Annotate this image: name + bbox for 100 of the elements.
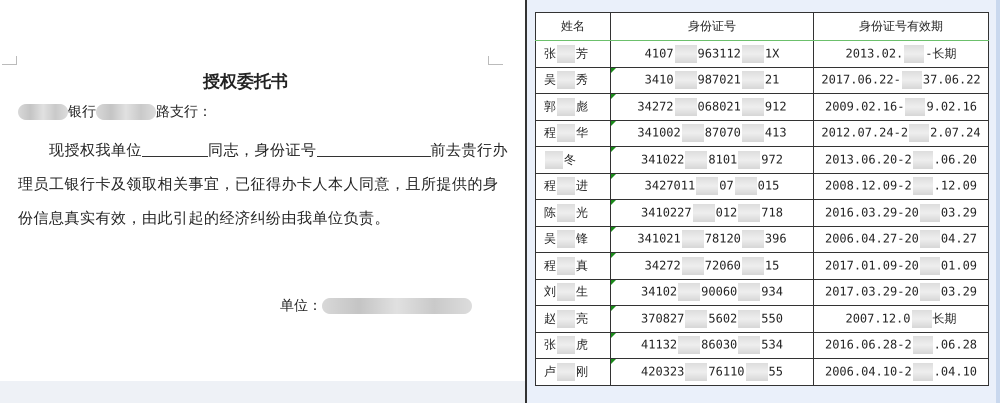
cell-text: 亮 bbox=[576, 311, 588, 326]
cell-text: 3410227 bbox=[641, 205, 692, 220]
redaction-mark bbox=[557, 256, 575, 275]
salutation-text: 路支行： bbox=[156, 103, 212, 121]
redaction-mark bbox=[557, 44, 575, 63]
redaction-mark bbox=[909, 124, 930, 142]
cell-text: 55 bbox=[768, 364, 783, 378]
cell-text: 03.29 bbox=[940, 205, 978, 220]
cell-text: 陈 bbox=[544, 205, 556, 220]
redaction-mark bbox=[742, 256, 764, 275]
redaction-mark bbox=[678, 336, 700, 354]
redaction-mark bbox=[902, 71, 922, 90]
cell-text: 341021 bbox=[637, 232, 681, 246]
salutation-text: 银行 bbox=[68, 103, 96, 121]
cell-text: 刘 bbox=[544, 284, 556, 299]
cell-text: 赵 bbox=[544, 311, 556, 326]
redaction-mark bbox=[557, 71, 575, 90]
cell-text: 370827 bbox=[641, 311, 684, 326]
cell-text: 341002 bbox=[637, 126, 681, 140]
cell-text: 2016.06.28-2 bbox=[824, 338, 912, 352]
cell-text: 03.29 bbox=[940, 284, 978, 299]
redaction-mark bbox=[557, 177, 575, 196]
cell-text: 86030 bbox=[701, 338, 738, 352]
redaction-mark bbox=[557, 283, 575, 302]
cell-text: 程 bbox=[544, 258, 556, 272]
column-header: 身份证号有效期 bbox=[814, 12, 988, 40]
cell-text: .12.09 bbox=[934, 178, 978, 193]
cell-text: 真 bbox=[576, 258, 588, 272]
redaction-mark bbox=[905, 98, 926, 116]
redaction-mark bbox=[742, 124, 764, 142]
cell-text: 2017.06.22- bbox=[821, 72, 901, 87]
redaction-mark bbox=[738, 283, 760, 302]
cell-text: 2006.04.10-2 bbox=[824, 364, 912, 378]
redaction-mark bbox=[912, 150, 933, 169]
cell-text: 963112 bbox=[698, 46, 741, 60]
cell-text: 34272 bbox=[644, 258, 681, 272]
cell-text: 912 bbox=[764, 99, 787, 114]
cell-text: 420323 bbox=[641, 364, 684, 378]
cell-text: 2008.12.09-2 bbox=[824, 178, 912, 193]
redaction-mark bbox=[912, 310, 932, 328]
redaction-mark bbox=[692, 204, 715, 222]
cell-text: .06.20 bbox=[934, 152, 978, 166]
redaction-mark bbox=[685, 310, 708, 328]
cell-text: 芳 bbox=[576, 46, 588, 60]
cell-text: .04.10 bbox=[934, 364, 978, 378]
cell-text: 34102 bbox=[641, 284, 678, 299]
redaction-mark bbox=[557, 98, 575, 116]
cell-text: 3410 bbox=[644, 72, 674, 87]
cell-text: 吴 bbox=[544, 72, 556, 87]
cell-text: 5602 bbox=[708, 311, 738, 326]
redaction-mark bbox=[682, 256, 704, 275]
cell-text: 张 bbox=[544, 338, 556, 352]
redaction-mark bbox=[674, 44, 697, 63]
cell-text: 2013.06.20-2 bbox=[824, 152, 912, 166]
cell-text: 972 bbox=[761, 152, 783, 166]
cell-text: 934 bbox=[761, 284, 783, 299]
cell-text: 生 bbox=[576, 284, 588, 299]
cell-text: 04.27 bbox=[940, 232, 978, 246]
redaction-mark bbox=[734, 177, 757, 196]
cell-text: 15 bbox=[764, 258, 780, 272]
cell-text: 4107 bbox=[644, 46, 674, 60]
redaction-mark bbox=[912, 336, 933, 354]
cell-text: 2013.02. bbox=[845, 46, 904, 60]
cell-text: 秀 bbox=[576, 72, 588, 87]
redaction-mark bbox=[742, 230, 764, 248]
cell-text: 2017.01.09-20 bbox=[824, 258, 919, 272]
redaction-mark bbox=[682, 124, 704, 142]
cell-text: 3427011 bbox=[644, 178, 696, 193]
cell-text: 2009.02.16- bbox=[824, 99, 904, 114]
cell-text: 虎 bbox=[576, 338, 588, 352]
redaction-mark bbox=[557, 310, 575, 328]
cell-text: 21 bbox=[764, 72, 780, 87]
cell-text: 刚 bbox=[576, 364, 588, 378]
cell-text: 1X bbox=[764, 46, 780, 60]
cell-text: 冬 bbox=[564, 152, 576, 166]
redaction-mark bbox=[682, 230, 704, 248]
cell-text: 程 bbox=[544, 178, 556, 193]
redaction-mark bbox=[738, 204, 760, 222]
redaction-mark bbox=[920, 204, 940, 222]
redaction-mark bbox=[738, 310, 760, 328]
redaction-mark bbox=[742, 44, 764, 63]
cell-text: 534 bbox=[761, 338, 783, 352]
cell-text: 光 bbox=[576, 205, 588, 220]
cell-text: 34272 bbox=[637, 99, 674, 114]
redaction-mark bbox=[738, 336, 760, 354]
cell-text: 012 bbox=[716, 205, 738, 220]
cell-text: 413 bbox=[764, 126, 787, 140]
cell-text: 987021 bbox=[698, 72, 741, 87]
redaction-mark bbox=[742, 98, 764, 116]
redaction-mark bbox=[696, 177, 718, 196]
cell-text: 卢 bbox=[544, 364, 556, 378]
redaction-mark bbox=[557, 336, 575, 354]
cell-text: 01.09 bbox=[940, 258, 978, 272]
redaction-mark bbox=[678, 283, 700, 302]
cell-text: 吴 bbox=[544, 232, 556, 246]
cell-text: 2007.12.0 bbox=[845, 311, 911, 326]
redaction-mark bbox=[912, 177, 933, 196]
cell-text: 2016.03.29-20 bbox=[824, 205, 919, 220]
cell-text: 72060 bbox=[704, 258, 741, 272]
cell-text: 068021 bbox=[698, 99, 741, 114]
